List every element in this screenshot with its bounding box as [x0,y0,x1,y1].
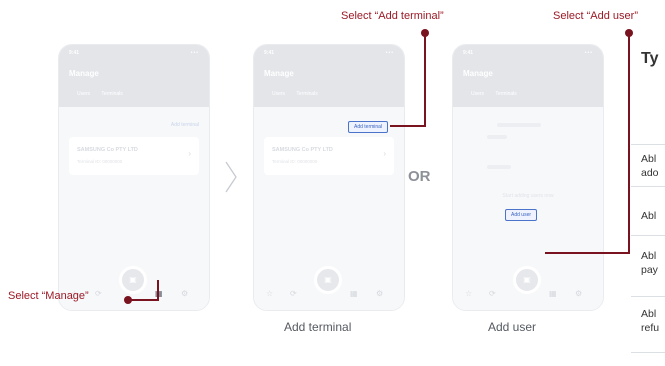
empty-state-text: Start adding users now [502,193,554,199]
chevron-right-icon: › [188,149,191,158]
add-terminal-button[interactable]: Add terminal [348,121,389,133]
table-row: Abl refu [641,307,659,335]
status-time: 9:41 [69,50,80,56]
home-icon[interactable]: ☆ [465,289,472,298]
tab-terminals[interactable]: Terminals [495,91,516,97]
phone-header: 9:41 ••• Manage Users Terminals [254,45,404,107]
terminal-card[interactable]: SAMSUNG Co PTY LTD Terminal ID: 00000000… [264,137,394,175]
row-text: refu [641,322,660,334]
activity-icon[interactable]: ⟳ [290,289,297,298]
page-title: Manage [264,69,294,78]
row-text: ado [641,167,659,179]
connector-line [545,252,630,254]
settings-icon[interactable]: ⚙ [575,289,582,298]
table-row: Abl [641,209,656,223]
chevron-right-icon: › [383,149,386,158]
add-terminal-link[interactable]: Add terminal [171,122,199,128]
phone-header: 9:41 ••• Manage Users Terminals [453,45,603,107]
divider [631,186,665,187]
status-time: 9:41 [264,50,275,56]
manage-store-icon[interactable]: ▦ [350,289,358,298]
page-title: Manage [463,69,493,78]
signal-icon: ••• [584,50,593,56]
permissions-table: Ty Abl ado Abl Abl pay Abl refu [631,0,665,366]
settings-icon[interactable]: ⚙ [376,289,383,298]
row-text: Abl [641,250,657,262]
activity-icon[interactable]: ⟳ [489,289,496,298]
or-label: OR [408,168,431,185]
callout-manage: Select “Manage” [8,290,89,302]
card-name: SAMSUNG Co PTY LTD [77,147,138,153]
tabs: Users Terminals [272,91,328,97]
caption-add-user: Add user [488,320,537,334]
row-text: Abl [641,210,657,222]
connector-line [126,299,159,301]
tabs: Users Terminals [471,91,527,97]
signal-icon: ••• [190,50,199,56]
row-text: Abl [641,153,657,165]
bottom-nav: ☆ ⟳ ▣ ▦ ⚙ [453,266,603,310]
pay-fab-icon[interactable]: ▣ [119,266,147,294]
divider [631,352,665,353]
signal-icon: ••• [385,50,394,56]
phone-header: 9:41 ••• Manage Users Terminals [59,45,209,107]
connector-line [390,125,426,127]
terminal-card[interactable]: SAMSUNG Co PTY LTD Terminal ID: 00000000… [69,137,199,175]
pay-fab-icon[interactable]: ▣ [314,266,342,294]
settings-icon[interactable]: ⚙ [181,289,188,298]
connector-line [157,280,159,300]
tab-users[interactable]: Users [471,91,484,97]
divider [631,144,665,145]
table-row: Abl ado [641,152,659,180]
row-text: Abl [641,308,657,320]
bottom-nav: ☆ ⟳ ▣ ▦ ⚙ [254,266,404,310]
manage-store-icon[interactable]: ▦ [549,289,557,298]
tab-terminals[interactable]: Terminals [101,91,122,97]
phone-add-user-screen: 9:41 ••• Manage Users Terminals Start ad… [452,44,604,311]
callout-add-terminal: Select “Add terminal” [341,10,444,22]
chevron-right-icon [225,161,237,193]
caption-add-terminal: Add terminal [284,320,352,334]
home-icon[interactable]: ☆ [266,289,273,298]
activity-icon[interactable]: ⟳ [95,289,102,298]
page-title: Manage [69,69,99,78]
callout-add-user: Select “Add user” [553,10,638,22]
tab-users[interactable]: Users [272,91,285,97]
divider [631,235,665,236]
pay-fab-icon[interactable]: ▣ [513,266,541,294]
connector-line [628,34,630,252]
table-header: Ty [641,50,659,67]
add-user-button[interactable]: Add user [505,209,538,221]
tab-users[interactable]: Users [77,91,90,97]
tab-terminals[interactable]: Terminals [296,91,317,97]
connector-line [424,34,426,126]
card-name: SAMSUNG Co PTY LTD [272,147,333,153]
card-sub: Terminal ID: 00000000 [77,159,123,164]
table-row: Abl pay [641,249,658,277]
tabs: Users Terminals [77,91,133,97]
phone-manage-screen: 9:41 ••• Manage Users Terminals Add term… [58,44,210,311]
divider [631,296,665,297]
status-time: 9:41 [463,50,474,56]
row-text: pay [641,264,658,276]
card-sub: Terminal ID: 00000000 [272,159,318,164]
phone-add-terminal-screen: 9:41 ••• Manage Users Terminals Add term… [253,44,405,311]
